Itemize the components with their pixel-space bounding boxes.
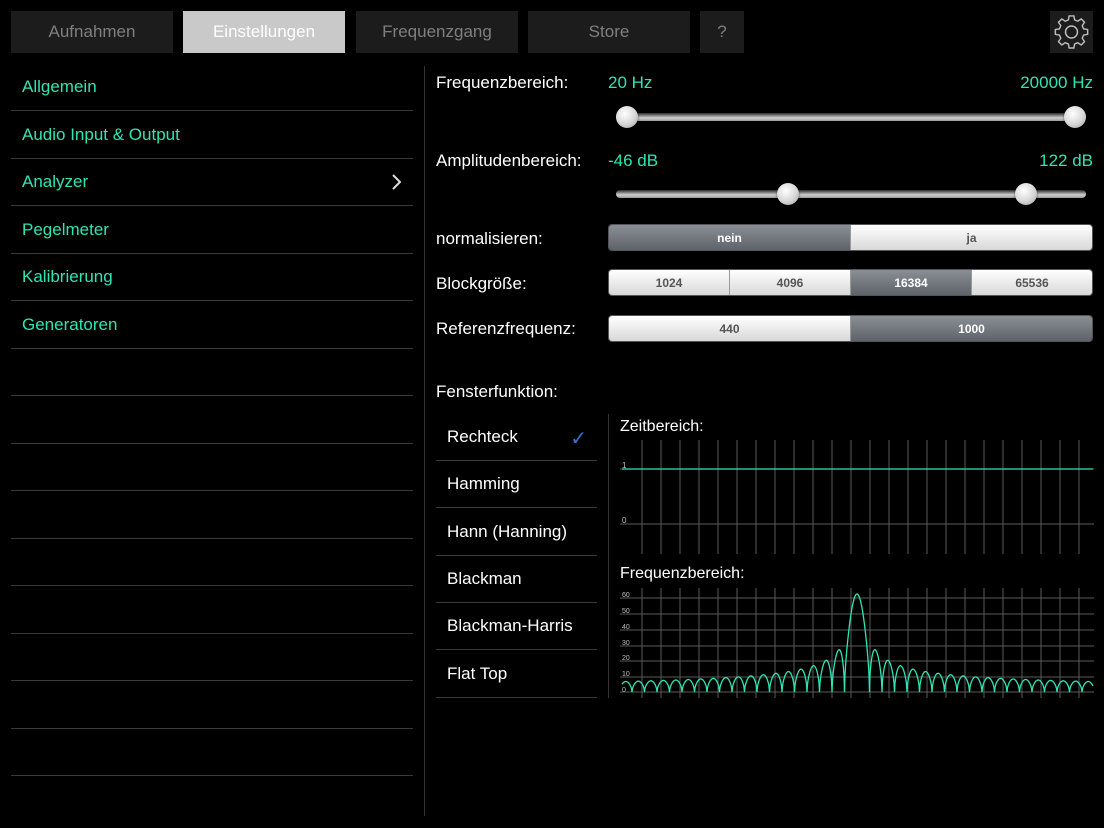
sidebar-item-label: Pegelmeter [22,220,109,239]
frequency-min-handle[interactable] [616,106,638,128]
window-list-divider [608,414,609,698]
sidebar-item-allgemein[interactable]: Allgemein [11,64,413,111]
frequency-max-handle[interactable] [1064,106,1086,128]
freq-tick-20: 20 [622,655,630,662]
tab-aufnahmen[interactable]: Aufnahmen [11,11,173,53]
normalize-label: normalisieren: [436,229,543,248]
reference-frequency-option-1000[interactable]: 1000 [851,316,1092,341]
sidebar-empty-row [11,397,413,444]
reference-frequency-segmented-control: 440 1000 [608,315,1093,342]
sidebar-item-label: Analyzer [22,172,89,191]
amplitude-max-value: 122 dB [1039,151,1093,170]
sidebar-item-label: Kalibrierung [22,267,113,286]
window-option-label: Hann (Hanning) [447,522,568,541]
freq-tick-0: 0 [622,687,626,694]
time-tick-0: 0 [622,516,627,525]
freq-tick-10: 10 [622,671,630,678]
amplitude-max-handle[interactable] [1014,183,1037,205]
freq-tick-40: 40 [622,624,630,631]
sidebar-empty-row [11,587,413,634]
sidebar-item-label: Allgemein [22,77,97,96]
amplitude-min-handle[interactable] [777,183,800,205]
amplitude-range-label: Amplitudenbereich: [436,151,582,170]
sidebar-empty-row [11,349,413,396]
window-option-rechteck[interactable]: Rechteck ✓ [436,414,597,461]
tab-help[interactable]: ? [700,11,744,53]
frequency-max-value: 20000 Hz [1020,73,1093,92]
window-option-blackman-harris[interactable]: Blackman-Harris [436,603,597,650]
sidebar-empty-row [11,634,413,681]
tab-store[interactable]: Store [528,11,690,53]
sidebar-item-kalibrierung[interactable]: Kalibrierung [11,254,413,301]
window-option-hamming[interactable]: Hamming [436,461,597,508]
freq-tick-60: 60 [622,592,630,599]
reference-frequency-label: Referenzfrequenz: [436,319,576,338]
time-domain-graph: 1 0 [620,440,1094,554]
block-size-option-65536[interactable]: 65536 [972,270,1092,295]
window-option-blackman[interactable]: Blackman [436,556,597,603]
sidebar-empty-row [11,729,413,776]
gear-icon [1054,15,1089,49]
tab-einstellungen[interactable]: Einstellungen [183,11,345,53]
freq-tick-50: 50 [622,608,630,615]
sidebar-item-label: Audio Input & Output [22,125,180,144]
sidebar-item-generatoren[interactable]: Generatoren [11,302,413,349]
block-size-label: Blockgröße: [436,274,527,293]
block-size-segmented-control: 1024 4096 16384 65536 [608,269,1093,296]
settings-button[interactable] [1050,11,1093,53]
frequency-range-label: Frequenzbereich: [436,73,569,92]
sidebar-empty-row [11,539,413,586]
frequency-range-slider[interactable] [616,113,1086,121]
sidebar-item-audio-io[interactable]: Audio Input & Output [11,112,413,159]
frequency-min-value: 20 Hz [608,73,653,92]
frequency-domain-graph: 60 50 40 30 20 10 0 [620,588,1094,698]
reference-frequency-option-440[interactable]: 440 [609,316,851,341]
checkmark-icon: ✓ [570,428,587,450]
amplitude-min-value: -46 dB [608,151,659,170]
sidebar-empty-row [11,492,413,539]
block-size-option-16384[interactable]: 16384 [851,270,972,295]
time-graph-title: Zeitbereich: [620,418,704,435]
window-option-hann[interactable]: Hann (Hanning) [436,509,597,556]
sidebar-empty-row [11,682,413,729]
window-option-label: Hamming [447,474,520,493]
freq-graph-title: Frequenzbereich: [620,565,745,582]
block-size-option-4096[interactable]: 4096 [730,270,851,295]
window-function-label: Fensterfunktion: [436,382,558,401]
normalize-option-ja[interactable]: ja [851,225,1092,250]
window-option-label: Blackman [447,569,522,588]
sidebar-empty-row [11,444,413,491]
chevron-right-icon [392,174,402,190]
tab-frequenzgang[interactable]: Frequenzgang [356,11,518,53]
sidebar-item-analyzer[interactable]: Analyzer [11,159,413,206]
panel-divider [424,66,425,816]
normalize-option-nein[interactable]: nein [609,225,851,250]
sidebar-item-label: Generatoren [22,315,118,334]
normalize-segmented-control: nein ja [608,224,1093,251]
block-size-option-1024[interactable]: 1024 [609,270,730,295]
window-option-label: Flat Top [447,664,508,683]
window-option-label: Rechteck [447,427,518,446]
freq-tick-30: 30 [622,640,630,647]
sidebar-item-pegelmeter[interactable]: Pegelmeter [11,207,413,254]
window-option-flat-top[interactable]: Flat Top [436,651,597,698]
window-option-label: Blackman-Harris [447,616,573,635]
